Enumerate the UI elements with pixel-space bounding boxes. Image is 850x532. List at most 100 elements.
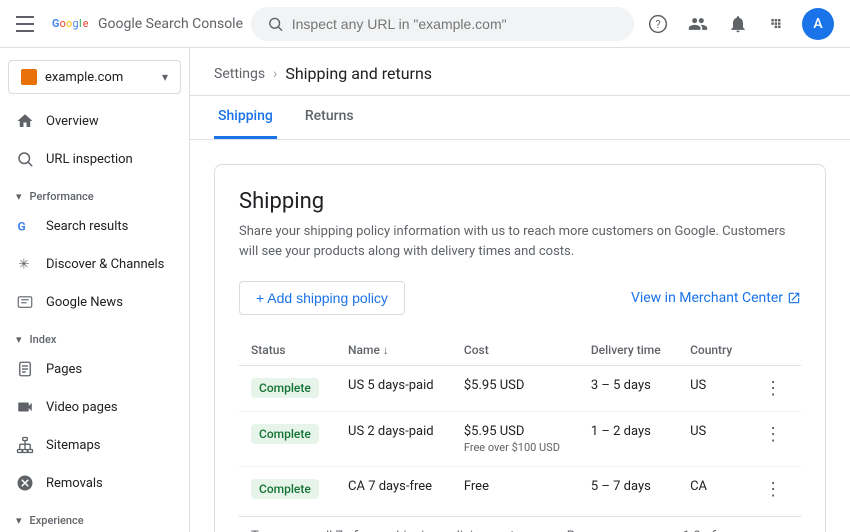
card-title: Shipping bbox=[239, 189, 801, 214]
sidebar-item-url-inspection[interactable]: URL inspection bbox=[0, 140, 181, 178]
col-country: Country bbox=[678, 335, 748, 366]
row-more-button[interactable]: ⋮ bbox=[760, 420, 786, 449]
section-arrow-icon: ▾ bbox=[16, 190, 22, 203]
row-country: CA bbox=[678, 467, 748, 513]
search-icon bbox=[16, 150, 34, 168]
section-arrow-icon: ▾ bbox=[16, 333, 22, 346]
col-status: Status bbox=[239, 335, 336, 366]
shipping-card: Shipping Share your shipping policy info… bbox=[214, 164, 826, 532]
table-footer: To manage all 7 of your shipping policie… bbox=[239, 516, 801, 532]
svg-text:G: G bbox=[18, 220, 26, 234]
sidebar-item-sitemaps[interactable]: Sitemaps bbox=[0, 426, 181, 464]
sidebar-item-google-news[interactable]: Google News bbox=[0, 283, 181, 321]
external-link-icon bbox=[787, 291, 801, 305]
row-more-button[interactable]: ⋮ bbox=[760, 374, 786, 403]
row-cost: Free bbox=[452, 467, 579, 513]
sidebar-item-pages[interactable]: Pages bbox=[0, 350, 181, 388]
card-actions: + Add shipping policy View in Merchant C… bbox=[239, 281, 801, 315]
table-row: Complete US 2 days-paid $5.95 USD Free o… bbox=[239, 412, 801, 467]
tab-returns[interactable]: Returns bbox=[301, 96, 358, 139]
sort-icon: ↓ bbox=[383, 343, 389, 357]
video-icon bbox=[16, 398, 34, 416]
svg-text:o: o bbox=[66, 17, 72, 30]
chevron-down-icon: ▾ bbox=[162, 70, 168, 84]
col-delivery-time: Delivery time bbox=[579, 335, 678, 366]
site-icon bbox=[21, 69, 37, 85]
sidebar-item-video-pages[interactable]: Video pages bbox=[0, 388, 181, 426]
sidebar-item-overview[interactable]: Overview bbox=[0, 102, 181, 140]
asterisk-icon: ✳ bbox=[16, 255, 34, 273]
sidebar-item-search-results[interactable]: G Search results bbox=[0, 207, 181, 245]
help-icon[interactable]: ? bbox=[642, 8, 674, 40]
g-icon: G bbox=[16, 217, 34, 235]
main-content: Settings › Shipping and returns Shipping… bbox=[190, 48, 850, 532]
pages-icon bbox=[16, 360, 34, 378]
svg-text:l: l bbox=[79, 17, 82, 30]
svg-text:e: e bbox=[83, 17, 89, 30]
status-badge: Complete bbox=[251, 479, 319, 499]
removals-icon bbox=[16, 474, 34, 492]
row-more-button[interactable]: ⋮ bbox=[760, 475, 786, 504]
table-row: Complete US 5 days-paid $5.95 USD 3 – 5 … bbox=[239, 366, 801, 412]
news-icon bbox=[16, 293, 34, 311]
topbar-left: G o o g l e Google Search Console bbox=[16, 12, 243, 36]
google-logo: G o o g l e bbox=[52, 14, 92, 34]
sidebar: example.com ▾ Overview URL inspection ▾ … bbox=[0, 48, 190, 532]
topbar-right: ? A bbox=[642, 8, 834, 40]
content-area: Shipping Share your shipping policy info… bbox=[190, 140, 850, 532]
notifications-icon[interactable] bbox=[722, 8, 754, 40]
row-cost: $5.95 USD bbox=[452, 366, 579, 412]
sidebar-item-removals[interactable]: Removals bbox=[0, 464, 181, 502]
view-merchant-center-link[interactable]: View in Merchant Center bbox=[631, 290, 801, 306]
add-shipping-policy-button[interactable]: + Add shipping policy bbox=[239, 281, 405, 315]
breadcrumb-parent[interactable]: Settings bbox=[214, 66, 265, 82]
status-badge: Complete bbox=[251, 424, 319, 444]
row-country: US bbox=[678, 366, 748, 412]
row-delivery: 1 – 2 days bbox=[579, 412, 678, 467]
row-delivery: 3 – 5 days bbox=[579, 366, 678, 412]
search-icon bbox=[267, 15, 284, 33]
people-icon[interactable] bbox=[682, 8, 714, 40]
home-icon bbox=[16, 112, 34, 130]
section-index[interactable]: ▾ Index bbox=[0, 321, 189, 350]
svg-text:o: o bbox=[60, 17, 66, 30]
col-cost: Cost bbox=[452, 335, 579, 366]
row-country: US bbox=[678, 412, 748, 467]
apps-icon[interactable] bbox=[762, 8, 794, 40]
svg-text:G: G bbox=[52, 17, 59, 30]
row-cost: $5.95 USD Free over $100 USD bbox=[452, 412, 579, 467]
section-experience[interactable]: ▾ Experience bbox=[0, 502, 189, 531]
app-title: Google Search Console bbox=[98, 16, 243, 32]
svg-text:g: g bbox=[73, 17, 79, 30]
table-row: Complete CA 7 days-free Free 5 – 7 days … bbox=[239, 467, 801, 513]
row-name: US 2 days-paid bbox=[336, 412, 452, 467]
svg-text:?: ? bbox=[656, 18, 661, 31]
section-performance[interactable]: ▾ Performance bbox=[0, 178, 189, 207]
sitemap-icon bbox=[16, 436, 34, 454]
site-selector[interactable]: example.com ▾ bbox=[8, 60, 181, 94]
menu-icon[interactable] bbox=[16, 12, 40, 36]
search-input[interactable] bbox=[292, 16, 618, 32]
status-badge: Complete bbox=[251, 378, 319, 398]
topbar: G o o g l e Google Search Console ? A bbox=[0, 0, 850, 48]
logo-area: G o o g l e Google Search Console bbox=[52, 14, 243, 34]
breadcrumb-current: Shipping and returns bbox=[285, 64, 432, 83]
svg-text:✳: ✳ bbox=[18, 257, 29, 273]
row-delivery: 5 – 7 days bbox=[579, 467, 678, 513]
breadcrumb: Settings › Shipping and returns bbox=[190, 48, 850, 96]
breadcrumb-separator: › bbox=[273, 66, 277, 82]
avatar[interactable]: A bbox=[802, 8, 834, 40]
search-bar[interactable] bbox=[251, 7, 634, 41]
cost-secondary: Free over $100 USD bbox=[464, 441, 567, 454]
tab-shipping[interactable]: Shipping bbox=[214, 96, 277, 139]
site-name: example.com bbox=[45, 70, 154, 85]
card-description: Share your shipping policy information w… bbox=[239, 222, 801, 261]
layout: example.com ▾ Overview URL inspection ▾ … bbox=[0, 48, 850, 532]
shipping-table: Status Name ↓ Cost Delivery time Country bbox=[239, 335, 801, 512]
col-actions bbox=[748, 335, 801, 366]
row-name: CA 7 days-free bbox=[336, 467, 452, 513]
sidebar-item-discover[interactable]: ✳ Discover & Channels bbox=[0, 245, 181, 283]
col-name[interactable]: Name ↓ bbox=[336, 335, 452, 366]
row-name: US 5 days-paid bbox=[336, 366, 452, 412]
section-arrow-icon: ▾ bbox=[16, 514, 22, 527]
